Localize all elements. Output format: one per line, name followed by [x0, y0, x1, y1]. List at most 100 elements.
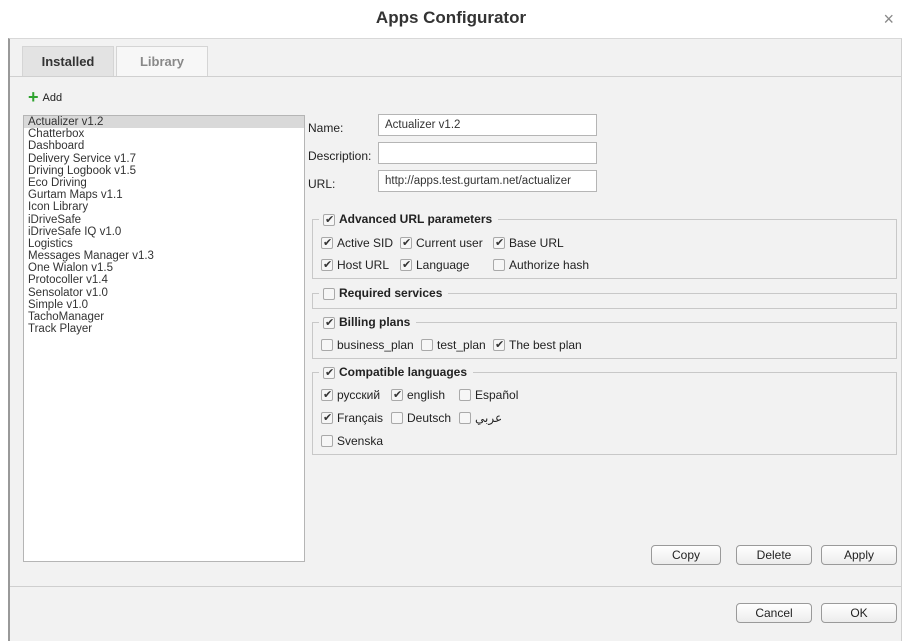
checkbox-compatible-languages[interactable] [323, 365, 335, 381]
option-current-user[interactable]: Current user [400, 235, 483, 251]
app-list-item[interactable]: iDriveSafe IQ v1.0 [24, 226, 304, 238]
option-label: عربي [475, 411, 503, 425]
app-list-item[interactable]: Sensolator v1.0 [24, 287, 304, 299]
checkbox-billing-plans[interactable] [323, 315, 335, 331]
ok-button[interactable]: OK [821, 603, 897, 623]
option-label: Active SID [337, 236, 394, 250]
app-list-item[interactable]: Eco Driving [24, 177, 304, 189]
app-list-item[interactable]: Simple v1.0 [24, 299, 304, 311]
option-lang-english[interactable]: english [391, 387, 445, 403]
group-title: Compatible languages [339, 365, 468, 379]
option-label: Current user [416, 236, 483, 250]
copy-button[interactable]: Copy [651, 545, 721, 565]
option-label: Svenska [337, 434, 384, 448]
checkbox[interactable] [493, 337, 505, 353]
option-the-best-plan[interactable]: The best plan [493, 337, 582, 353]
tab-installed[interactable]: Installed [22, 46, 114, 76]
option-lang-french[interactable]: Français [321, 410, 383, 426]
option-label: Authorize hash [509, 258, 590, 272]
advanced-url-parameters-group: Advanced URL parameters Active SID Curre… [312, 211, 897, 279]
url-label: URL: [308, 177, 336, 191]
option-label: Français [337, 411, 384, 425]
option-business-plan[interactable]: business_plan [321, 337, 414, 353]
billing-plans-group: Billing plans business_plan test_plan Th… [312, 314, 897, 359]
compatible-languages-header[interactable]: Compatible languages [319, 364, 474, 381]
option-lang-arabic[interactable]: عربي [459, 410, 502, 426]
app-list-item[interactable]: Actualizer v1.2 [24, 116, 304, 129]
checkbox[interactable] [421, 338, 433, 351]
advanced-url-parameters-header[interactable]: Advanced URL parameters [319, 211, 499, 228]
checkbox[interactable] [400, 235, 412, 251]
group-title: Required services [339, 286, 443, 300]
checkbox[interactable] [321, 387, 333, 403]
option-lang-russian[interactable]: русский [321, 387, 380, 403]
dialog-body: Installed Library + Add Actualizer v1.2 C… [8, 38, 902, 641]
checkbox[interactable] [321, 410, 333, 426]
option-lang-spanish[interactable]: Español [459, 387, 518, 403]
title-bar: Apps Configurator × [0, 0, 902, 38]
app-list-item[interactable]: Delivery Service v1.7 [24, 153, 304, 165]
option-label: Español [475, 388, 519, 402]
option-base-url[interactable]: Base URL [493, 235, 564, 251]
app-list-item[interactable]: Track Player [24, 323, 304, 335]
app-list-item[interactable]: One Wialon v1.5 [24, 262, 304, 274]
required-services-header[interactable]: Required services [319, 285, 449, 301]
description-label: Description: [308, 149, 372, 163]
compatible-languages-group: Compatible languages русский english Esp… [312, 364, 897, 455]
group-title: Advanced URL parameters [339, 212, 493, 226]
app-list-item[interactable]: iDriveSafe [24, 214, 304, 226]
app-list[interactable]: Actualizer v1.2 Chatterbox Dashboard Del… [23, 115, 305, 562]
option-label: Language [416, 258, 470, 272]
url-input[interactable]: http://apps.test.gurtam.net/actualizer [378, 170, 597, 192]
option-authorize-hash[interactable]: Authorize hash [493, 257, 589, 273]
checkbox[interactable] [493, 258, 505, 271]
option-lang-german[interactable]: Deutsch [391, 410, 451, 426]
group-title: Billing plans [339, 315, 411, 329]
option-label: english [407, 388, 446, 402]
option-label: The best plan [509, 338, 582, 352]
option-lang-swedish[interactable]: Svenska [321, 433, 383, 449]
apply-button[interactable]: Apply [821, 545, 897, 565]
checkbox-advanced-url-parameters[interactable] [323, 212, 335, 228]
dialog-title: Apps Configurator [375, 8, 527, 27]
checkbox[interactable] [391, 387, 403, 403]
option-test-plan[interactable]: test_plan [421, 337, 486, 353]
option-language[interactable]: Language [400, 257, 469, 273]
option-active-sid[interactable]: Active SID [321, 235, 393, 251]
name-input[interactable]: Actualizer v1.2 [378, 114, 597, 136]
checkbox[interactable] [321, 257, 333, 273]
checkbox[interactable] [391, 411, 403, 424]
option-label: Host URL [337, 258, 390, 272]
checkbox[interactable] [400, 257, 412, 273]
required-services-group: Required services [312, 285, 897, 309]
app-list-item[interactable]: Logistics [24, 238, 304, 250]
app-list-item[interactable]: Driving Logbook v1.5 [24, 165, 304, 177]
plus-icon: + [28, 87, 39, 107]
checkbox[interactable] [321, 434, 333, 447]
app-list-item[interactable]: Gurtam Maps v1.1 [24, 189, 304, 201]
footer-divider [10, 586, 902, 587]
description-input[interactable] [378, 142, 597, 164]
add-app-button[interactable]: + Add [28, 87, 62, 107]
option-label: Base URL [509, 236, 564, 250]
billing-plans-header[interactable]: Billing plans [319, 314, 417, 331]
app-list-item[interactable]: Dashboard [24, 140, 304, 152]
option-label: русский [337, 388, 381, 402]
option-label: test_plan [437, 338, 486, 352]
option-host-url[interactable]: Host URL [321, 257, 389, 273]
checkbox[interactable] [459, 388, 471, 401]
app-list-item[interactable]: TachoManager [24, 311, 304, 323]
app-list-item[interactable]: Icon Library [24, 201, 304, 213]
cancel-button[interactable]: Cancel [736, 603, 812, 623]
checkbox[interactable] [321, 338, 333, 351]
checkbox-required-services[interactable] [323, 287, 335, 300]
checkbox[interactable] [321, 235, 333, 251]
app-list-item[interactable]: Messages Manager v1.3 [24, 250, 304, 262]
app-list-item[interactable]: Protocoller v1.4 [24, 274, 304, 286]
app-list-item[interactable]: Chatterbox [24, 128, 304, 140]
tab-library[interactable]: Library [116, 46, 208, 76]
delete-button[interactable]: Delete [736, 545, 812, 565]
checkbox[interactable] [493, 235, 505, 251]
checkbox[interactable] [459, 411, 471, 424]
close-icon[interactable]: × [883, 10, 894, 28]
